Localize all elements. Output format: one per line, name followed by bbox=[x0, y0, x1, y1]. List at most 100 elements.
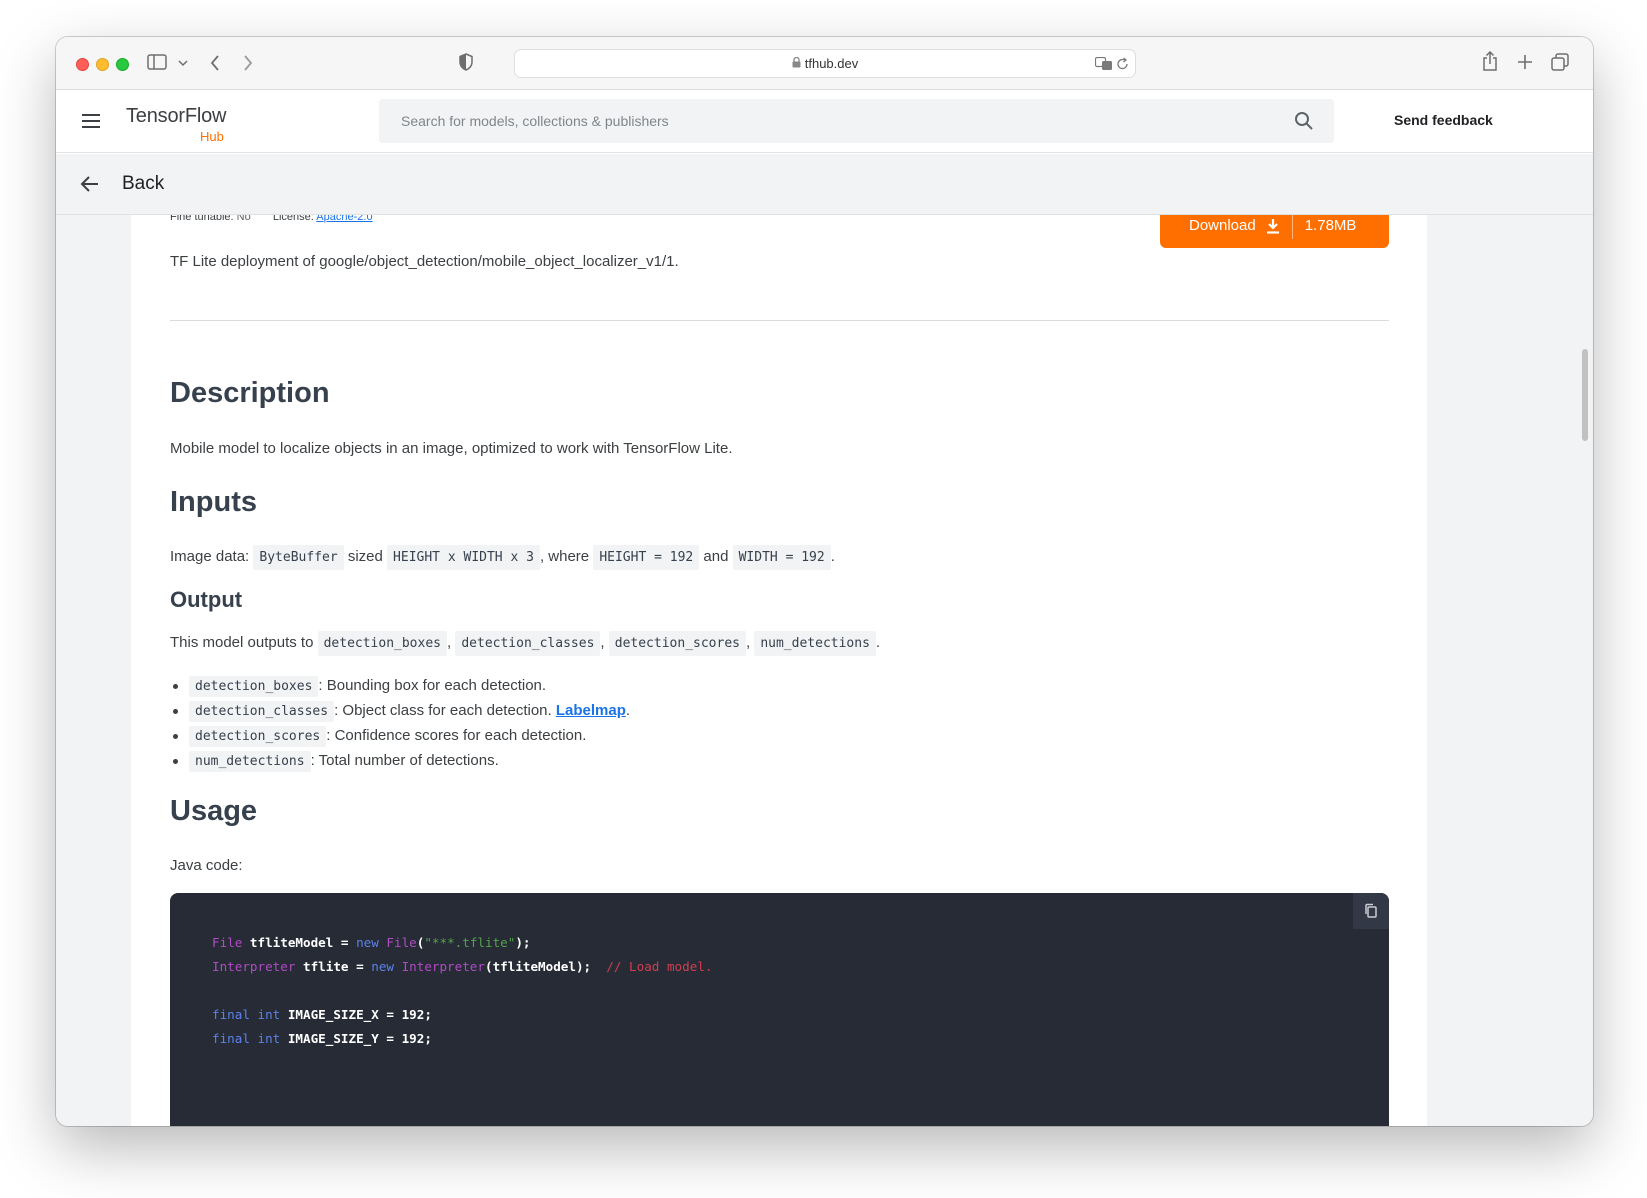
period: . bbox=[875, 634, 881, 651]
address-bar[interactable]: tfhub.dev bbox=[514, 49, 1136, 78]
code-token: "***.tflite" bbox=[424, 935, 516, 950]
arrow-left-icon[interactable] bbox=[80, 174, 100, 194]
chevron-down-icon[interactable] bbox=[178, 59, 188, 67]
logo-sub-text: Hub bbox=[200, 129, 224, 144]
code-token: File bbox=[212, 935, 243, 950]
code-token: File bbox=[378, 935, 417, 950]
java-code-label: Java code: bbox=[170, 857, 243, 874]
page-content: Fine tunable: No License: Apache-2.0 Dow… bbox=[56, 215, 1593, 1126]
inline-code: detection_classes bbox=[189, 701, 335, 722]
reload-icon[interactable] bbox=[1116, 57, 1129, 71]
logo-main-text: TensorFlow bbox=[126, 105, 227, 127]
search-box[interactable] bbox=[379, 99, 1334, 143]
code-token: IMAGE_SIZE_X = 192; bbox=[280, 1007, 432, 1022]
browser-titlebar: tfhub.dev bbox=[56, 37, 1593, 90]
download-separator bbox=[1291, 215, 1293, 239]
code-token: final bbox=[212, 1007, 250, 1022]
java-code: File tfliteModel = new File("***.tflite"… bbox=[212, 931, 712, 1051]
shield-icon[interactable] bbox=[459, 53, 473, 71]
close-window-button[interactable] bbox=[76, 58, 89, 71]
zoom-window-button[interactable] bbox=[116, 58, 129, 71]
code-token: tfliteModel = bbox=[242, 935, 357, 950]
download-icon bbox=[1266, 218, 1279, 234]
list-item-text: : Object class for each detection. bbox=[334, 702, 556, 719]
model-card: Fine tunable: No License: Apache-2.0 Dow… bbox=[131, 215, 1427, 1126]
description-heading: Description bbox=[170, 377, 330, 409]
inline-code: WIDTH = 192 bbox=[732, 545, 831, 570]
code-token: new bbox=[371, 959, 394, 974]
new-tab-icon[interactable] bbox=[1517, 54, 1533, 70]
copy-code-button[interactable] bbox=[1353, 893, 1389, 929]
inline-code: detection_boxes bbox=[189, 676, 319, 697]
search-icon[interactable] bbox=[1294, 111, 1314, 131]
share-icon[interactable] bbox=[1482, 51, 1498, 71]
code-token: Interpreter bbox=[212, 959, 296, 974]
copy-icon bbox=[1365, 903, 1377, 918]
list-item: detection_boxes: Bounding box for each d… bbox=[170, 673, 630, 698]
inline-code: ByteBuffer bbox=[253, 545, 344, 570]
tabs-overview-icon[interactable] bbox=[1551, 53, 1569, 71]
list-item-text: : Confidence scores for each detection. bbox=[326, 727, 587, 744]
code-token: new bbox=[356, 935, 379, 950]
period: . bbox=[625, 702, 631, 719]
inline-code: detection_boxes bbox=[317, 631, 447, 656]
sidebar-icon[interactable] bbox=[147, 54, 167, 70]
list-item: detection_scores: Confidence scores for … bbox=[170, 723, 630, 748]
send-feedback-button[interactable]: Send feedback bbox=[1394, 112, 1493, 128]
scrollbar-thumb[interactable] bbox=[1582, 349, 1588, 441]
code-token: final bbox=[212, 1031, 250, 1046]
divider bbox=[170, 320, 1389, 321]
code-block: File tfliteModel = new File("***.tflite"… bbox=[170, 893, 1389, 1126]
inline-code: detection_scores bbox=[608, 631, 746, 656]
labelmap-link[interactable]: Labelmap bbox=[556, 702, 626, 719]
lock-icon bbox=[792, 56, 801, 71]
code-token: Interpreter bbox=[393, 959, 485, 974]
inline-code: HEIGHT = 192 bbox=[593, 545, 700, 570]
inline-code: detection_classes bbox=[455, 631, 601, 656]
inputs-heading: Inputs bbox=[170, 486, 257, 518]
inline-code: HEIGHT x WIDTH x 3 bbox=[387, 545, 540, 570]
site-header: TensorFlow Hub Send feedback bbox=[56, 90, 1593, 153]
back-icon[interactable] bbox=[209, 54, 221, 72]
inline-code: num_detections bbox=[189, 751, 311, 772]
inputs-text-part: and bbox=[703, 548, 729, 565]
comma: , bbox=[745, 634, 751, 651]
output-heading: Output bbox=[170, 587, 243, 612]
inline-code: detection_scores bbox=[189, 726, 327, 747]
output-text: This model outputs to detection_boxes, d… bbox=[170, 631, 881, 656]
output-list: detection_boxes: Bounding box for each d… bbox=[170, 673, 630, 773]
comma: , bbox=[447, 634, 452, 651]
minimize-window-button[interactable] bbox=[96, 58, 109, 71]
list-item-text: : Total number of detections. bbox=[310, 752, 499, 769]
model-intro: TF Lite deployment of google/object_dete… bbox=[170, 253, 679, 270]
forward-icon[interactable] bbox=[242, 54, 254, 72]
list-item: num_detections: Total number of detectio… bbox=[170, 748, 630, 773]
license-label: License: bbox=[272, 215, 314, 223]
url-text: tfhub.dev bbox=[804, 56, 859, 71]
back-button[interactable]: Back bbox=[122, 173, 164, 195]
fine-tunable-label: Fine tunable: bbox=[170, 215, 234, 223]
menu-icon[interactable] bbox=[82, 114, 100, 128]
download-button[interactable]: Download 1.78MB bbox=[1160, 215, 1389, 248]
code-token: int bbox=[249, 1007, 281, 1022]
tensorflow-hub-logo[interactable]: TensorFlow Hub bbox=[126, 105, 227, 144]
code-token: // Load model. bbox=[591, 959, 713, 974]
model-meta: Fine tunable: No License: Apache-2.0 bbox=[170, 215, 373, 223]
inputs-text-part: Image data: bbox=[170, 548, 250, 565]
usage-heading: Usage bbox=[170, 795, 258, 827]
inputs-text: Image data: ByteBuffer sized HEIGHT x WI… bbox=[170, 545, 835, 570]
download-size: 1.78MB bbox=[1304, 217, 1357, 234]
list-item: detection_classes: Object class for each… bbox=[170, 698, 630, 723]
browser-window: tfhub.dev TensorFlow Hub Search for mode… bbox=[56, 37, 1593, 1126]
license-link[interactable]: Apache-2.0 bbox=[316, 215, 372, 223]
list-item-text: : Bounding box for each detection. bbox=[318, 677, 547, 694]
code-token: ); bbox=[515, 935, 531, 950]
back-bar: Back bbox=[56, 154, 1593, 215]
inputs-text-part: , where bbox=[539, 548, 590, 565]
code-token: IMAGE_SIZE_Y = 192; bbox=[280, 1031, 432, 1046]
comma: , bbox=[600, 634, 605, 651]
translate-icon[interactable] bbox=[1095, 57, 1113, 71]
description-text: Mobile model to localize objects in an i… bbox=[170, 440, 733, 457]
search-input[interactable] bbox=[379, 99, 1334, 143]
output-text-part: This model outputs to bbox=[170, 634, 314, 651]
